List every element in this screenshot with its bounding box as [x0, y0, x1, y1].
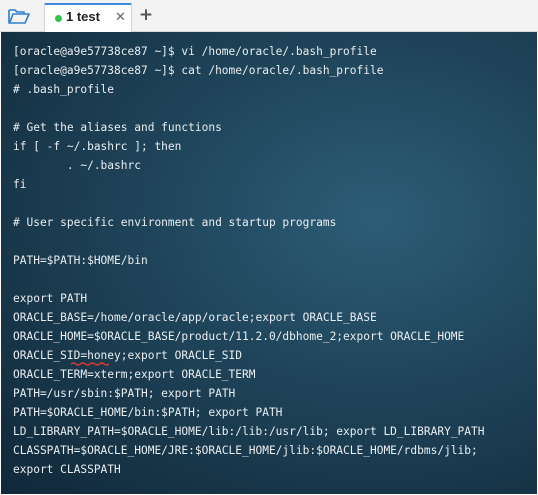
terminal-line: export PATH — [13, 292, 88, 305]
terminal-line: LD_LIBRARY_PATH=$ORACLE_HOME/lib:/lib:/u… — [13, 425, 485, 438]
terminal-line: # User specific environment and startup … — [13, 216, 337, 229]
open-folder-button[interactable] — [6, 5, 32, 27]
folder-open-icon — [8, 9, 30, 24]
terminal-lines: [oracle@a9e57738ce87 ~]$ vi /home/oracle… — [13, 42, 533, 479]
terminal-line: if [ -f ~/.bashrc ]; then — [13, 140, 182, 153]
terminal-line: CLASSPATH=$ORACLE_HOME/JRE:$ORACLE_HOME/… — [13, 444, 478, 457]
terminal-line: [oracle@a9e57738ce87 ~]$ vi /home/oracle… — [13, 45, 377, 58]
terminal-line: PATH=/usr/sbin:$PATH; export PATH — [13, 387, 236, 400]
plus-icon[interactable]: + — [138, 4, 154, 26]
terminal-line: . ~/.bashrc — [13, 159, 141, 172]
terminal-line: ORACLE_BASE=/home/oracle/app/oracle;expo… — [13, 311, 377, 324]
terminal-line: PATH=$ORACLE_HOME/bin:$PATH; export PATH — [13, 406, 283, 419]
terminal-line: ORACLE_TERM=xterm;export ORACLE_TERM — [13, 368, 256, 381]
tab-bar: 1 test ✕ + — [0, 0, 538, 32]
status-dot-icon — [55, 15, 62, 22]
terminal-line: [oracle@a9e57738ce87 ~]$ cat /home/oracl… — [13, 64, 384, 77]
tab-session[interactable]: 1 test ✕ — [44, 3, 132, 32]
terminal-output[interactable]: [oracle@a9e57738ce87 ~]$ vi /home/oracle… — [1, 32, 537, 494]
spellcheck-underline — [71, 362, 109, 366]
terminal-line: # .bash_profile — [13, 83, 115, 96]
tab-label: 1 test — [66, 9, 100, 24]
terminal-line: # Get the aliases and functions — [13, 121, 222, 134]
close-icon[interactable]: ✕ — [115, 10, 126, 25]
terminal-line: PATH=$PATH:$HOME/bin — [13, 254, 148, 267]
terminal-line: ORACLE_HOME=$ORACLE_BASE/product/11.2.0/… — [13, 330, 465, 343]
terminal-line: fi — [13, 178, 27, 191]
terminal-line: export CLASSPATH — [13, 463, 121, 476]
